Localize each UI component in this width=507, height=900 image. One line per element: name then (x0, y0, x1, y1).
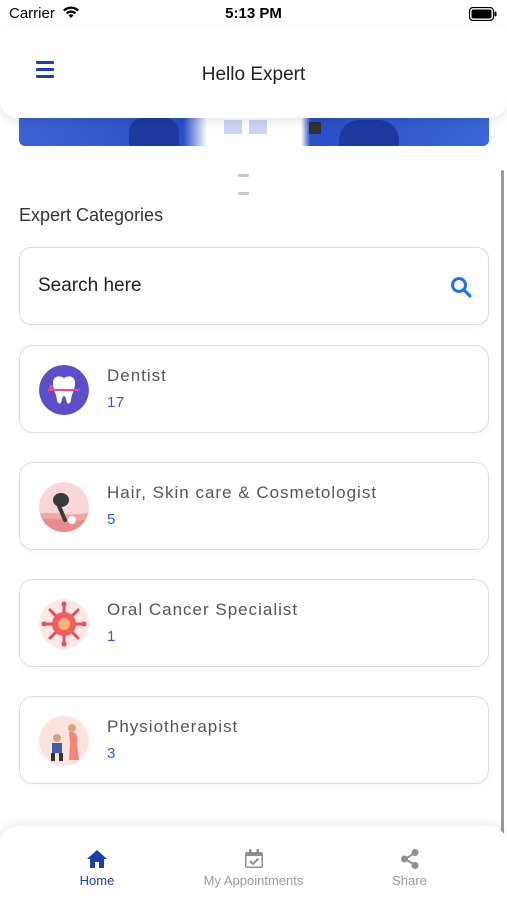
category-name: Dentist (107, 366, 167, 385)
nav-share[interactable]: Share (325, 826, 494, 900)
hair-follicle-icon (39, 482, 89, 532)
status-bar: Carrier 5:13 PM (0, 0, 507, 28)
bottom-nav: Home My Appointments Share (0, 826, 507, 900)
home-icon (87, 850, 107, 868)
category-name: Physiotherapist (107, 717, 239, 736)
category-card-oral-cancer[interactable]: Oral Cancer Specialist 1 (19, 579, 489, 667)
nav-label-home: Home (79, 873, 115, 888)
section-title: Expert Categories (19, 205, 164, 225)
app-header: Hello Expert (0, 28, 507, 118)
nav-label-appointments: My Appointments (203, 873, 304, 888)
category-count: 1 (107, 628, 116, 645)
category-name: Oral Cancer Specialist (107, 600, 299, 619)
battery-icon (469, 7, 497, 21)
category-card-hair-skin[interactable]: Hair, Skin care & Cosmetologist 5 (19, 462, 489, 550)
category-count: 3 (107, 745, 116, 762)
carousel-dots (238, 164, 272, 195)
nav-label-share: Share (392, 873, 427, 888)
calendar-check-icon (244, 849, 263, 868)
search-icon[interactable] (450, 276, 472, 298)
nav-home[interactable]: Home (13, 826, 181, 900)
page-title: Hello Expert (201, 64, 306, 85)
category-list: Dentist 17 Hair, Skin care & Cosmetologi… (19, 345, 489, 813)
tooth-icon (39, 365, 89, 415)
share-icon (400, 849, 418, 869)
nav-my-appointments[interactable]: My Appointments (169, 826, 338, 900)
cancer-cell-icon (39, 599, 89, 649)
category-count: 5 (107, 511, 116, 528)
category-card-physiotherapist[interactable]: Physiotherapist 3 (19, 696, 489, 784)
search-input[interactable] (38, 270, 438, 302)
category-count: 17 (107, 394, 125, 411)
category-name: Hair, Skin care & Cosmetologist (107, 483, 378, 502)
search-box (19, 247, 489, 325)
physiotherapy-icon (39, 716, 89, 766)
status-time: 5:13 PM (225, 5, 282, 22)
scrollbar[interactable] (501, 170, 504, 894)
category-card-dentist[interactable]: Dentist 17 (19, 345, 489, 433)
